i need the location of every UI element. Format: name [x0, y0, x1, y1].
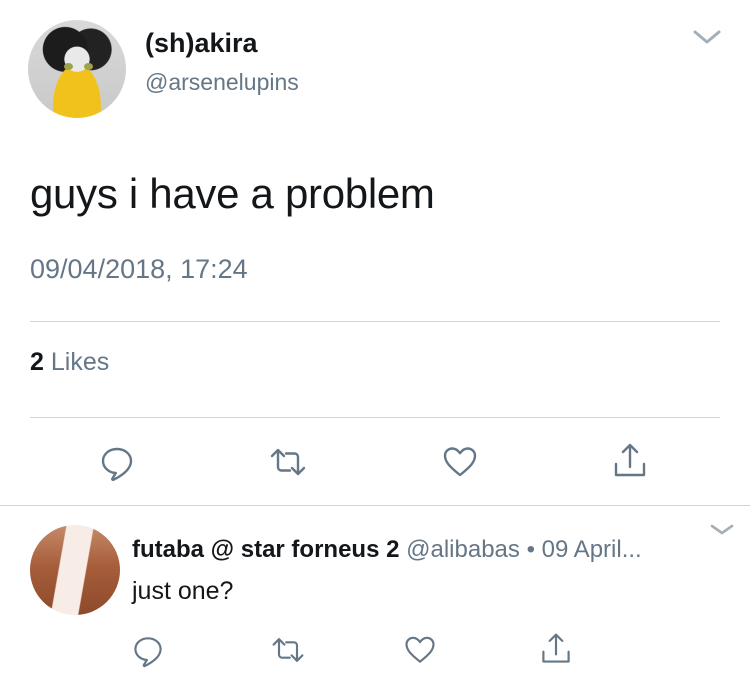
reply-meta: @alibabas • 09 April... [406, 536, 642, 563]
user-handle[interactable]: @arsenelupins [145, 68, 299, 96]
reply-header[interactable]: futaba @ star forneus 2 @alibabas • 09 A… [132, 535, 642, 565]
chevron-down-icon[interactable] [687, 22, 727, 52]
share-icon[interactable] [610, 441, 650, 481]
reply-avatar[interactable] [30, 525, 120, 615]
reply-display-name[interactable]: futaba @ star forneus 2 [132, 536, 399, 563]
avatar-eye-left [64, 63, 73, 70]
divider [30, 321, 720, 322]
reply-text: just one? [132, 577, 234, 605]
tweet-timestamp: 09/04/2018, 17:24 [30, 254, 248, 284]
chevron-down-icon[interactable] [706, 518, 738, 542]
like-icon[interactable] [440, 442, 480, 482]
display-name[interactable]: (sh)akira [145, 27, 258, 59]
like-icon[interactable] [402, 632, 438, 668]
likes-count: 2 [30, 348, 44, 376]
divider [30, 417, 720, 418]
retweet-icon[interactable] [270, 632, 306, 668]
avatar-eye-right [84, 63, 93, 70]
avatar[interactable] [28, 20, 126, 118]
reply-icon[interactable] [130, 632, 166, 668]
tweet-text: guys i have a problem [30, 170, 435, 217]
reply-icon[interactable] [97, 442, 137, 482]
section-separator [0, 505, 750, 506]
likes-label: Likes [50, 348, 110, 376]
share-icon[interactable] [538, 631, 574, 667]
retweet-icon[interactable] [268, 442, 308, 482]
likes-row[interactable]: 2 Likes [30, 345, 109, 379]
